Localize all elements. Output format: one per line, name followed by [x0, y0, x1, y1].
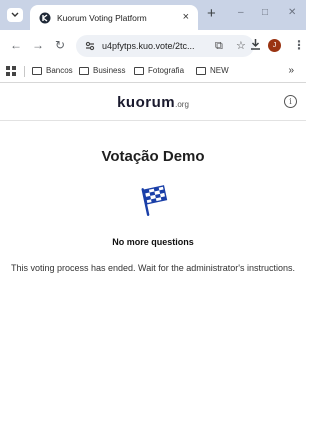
bookmark-star-icon[interactable]: ☆ [236, 39, 246, 53]
tab-search-button[interactable] [7, 8, 23, 22]
close-window-icon[interactable]: ✕ [288, 7, 296, 19]
install-app-icon[interactable]: ⧉ [215, 39, 223, 53]
reload-icon[interactable]: ↻ [55, 38, 65, 52]
bookmark-folder-business[interactable]: Business [79, 66, 125, 75]
info-icon[interactable]: i [284, 95, 297, 108]
folder-icon [134, 66, 144, 75]
url-text: u4pfytps.kuo.vote/2tc... [102, 41, 195, 51]
browser-toolbar: ← → ↻ u4pfytps.kuo.vote/2tc... ⧉ ☆ J ⋮ [0, 30, 306, 62]
site-settings-icon[interactable] [84, 40, 96, 52]
kuorum-logo[interactable]: kuorum.org [0, 94, 306, 112]
bookmarks-separator [24, 66, 25, 77]
more-bookmarks-icon[interactable]: » [288, 65, 294, 76]
logo-text: kuorum [117, 94, 176, 111]
apps-grid-icon[interactable] [6, 66, 16, 76]
status-title: No more questions [112, 237, 194, 247]
folder-icon [32, 66, 42, 75]
kuorum-favicon-icon [39, 12, 51, 24]
chevron-down-icon [11, 12, 19, 17]
minimize-icon[interactable]: – [238, 7, 244, 19]
checkered-flag-icon [141, 185, 168, 216]
bookmark-label: Fotografia [148, 66, 185, 75]
status-message: This voting process has ended. Wait for … [10, 263, 295, 273]
bookmark-label: Business [93, 66, 126, 75]
browser-tab-strip: Kuorum Voting Platform × + – □ ✕ [0, 0, 306, 30]
browser-tab[interactable]: Kuorum Voting Platform × [30, 5, 198, 30]
bookmark-label: Bancos [46, 66, 73, 75]
bookmark-folder-bancos[interactable]: Bancos [32, 66, 73, 75]
tab-close-icon[interactable]: × [183, 11, 189, 23]
back-icon[interactable]: ← [10, 38, 22, 52]
maximize-icon[interactable]: □ [262, 7, 268, 19]
profile-avatar[interactable]: J [268, 39, 281, 52]
forward-icon[interactable]: → [32, 38, 44, 52]
bookmark-label: NEW [210, 66, 229, 75]
logo-suffix: .org [175, 100, 189, 109]
folder-icon [79, 66, 89, 75]
tab-title: Kuorum Voting Platform [57, 12, 147, 23]
app-header: kuorum.org i [0, 83, 306, 121]
folder-icon [196, 66, 206, 75]
bookmarks-bar: Bancos Business Fotografia NEW » [0, 62, 306, 82]
bookmark-folder-new[interactable]: NEW [196, 66, 229, 75]
bookmark-folder-fotografia[interactable]: Fotografia [134, 66, 184, 75]
menu-icon[interactable]: ⋮ [293, 38, 305, 52]
new-tab-icon[interactable]: + [207, 6, 216, 22]
page-title: Votação Demo [101, 148, 205, 165]
download-icon[interactable] [250, 38, 261, 53]
address-bar[interactable]: u4pfytps.kuo.vote/2tc... ⧉ ☆ [76, 35, 254, 57]
